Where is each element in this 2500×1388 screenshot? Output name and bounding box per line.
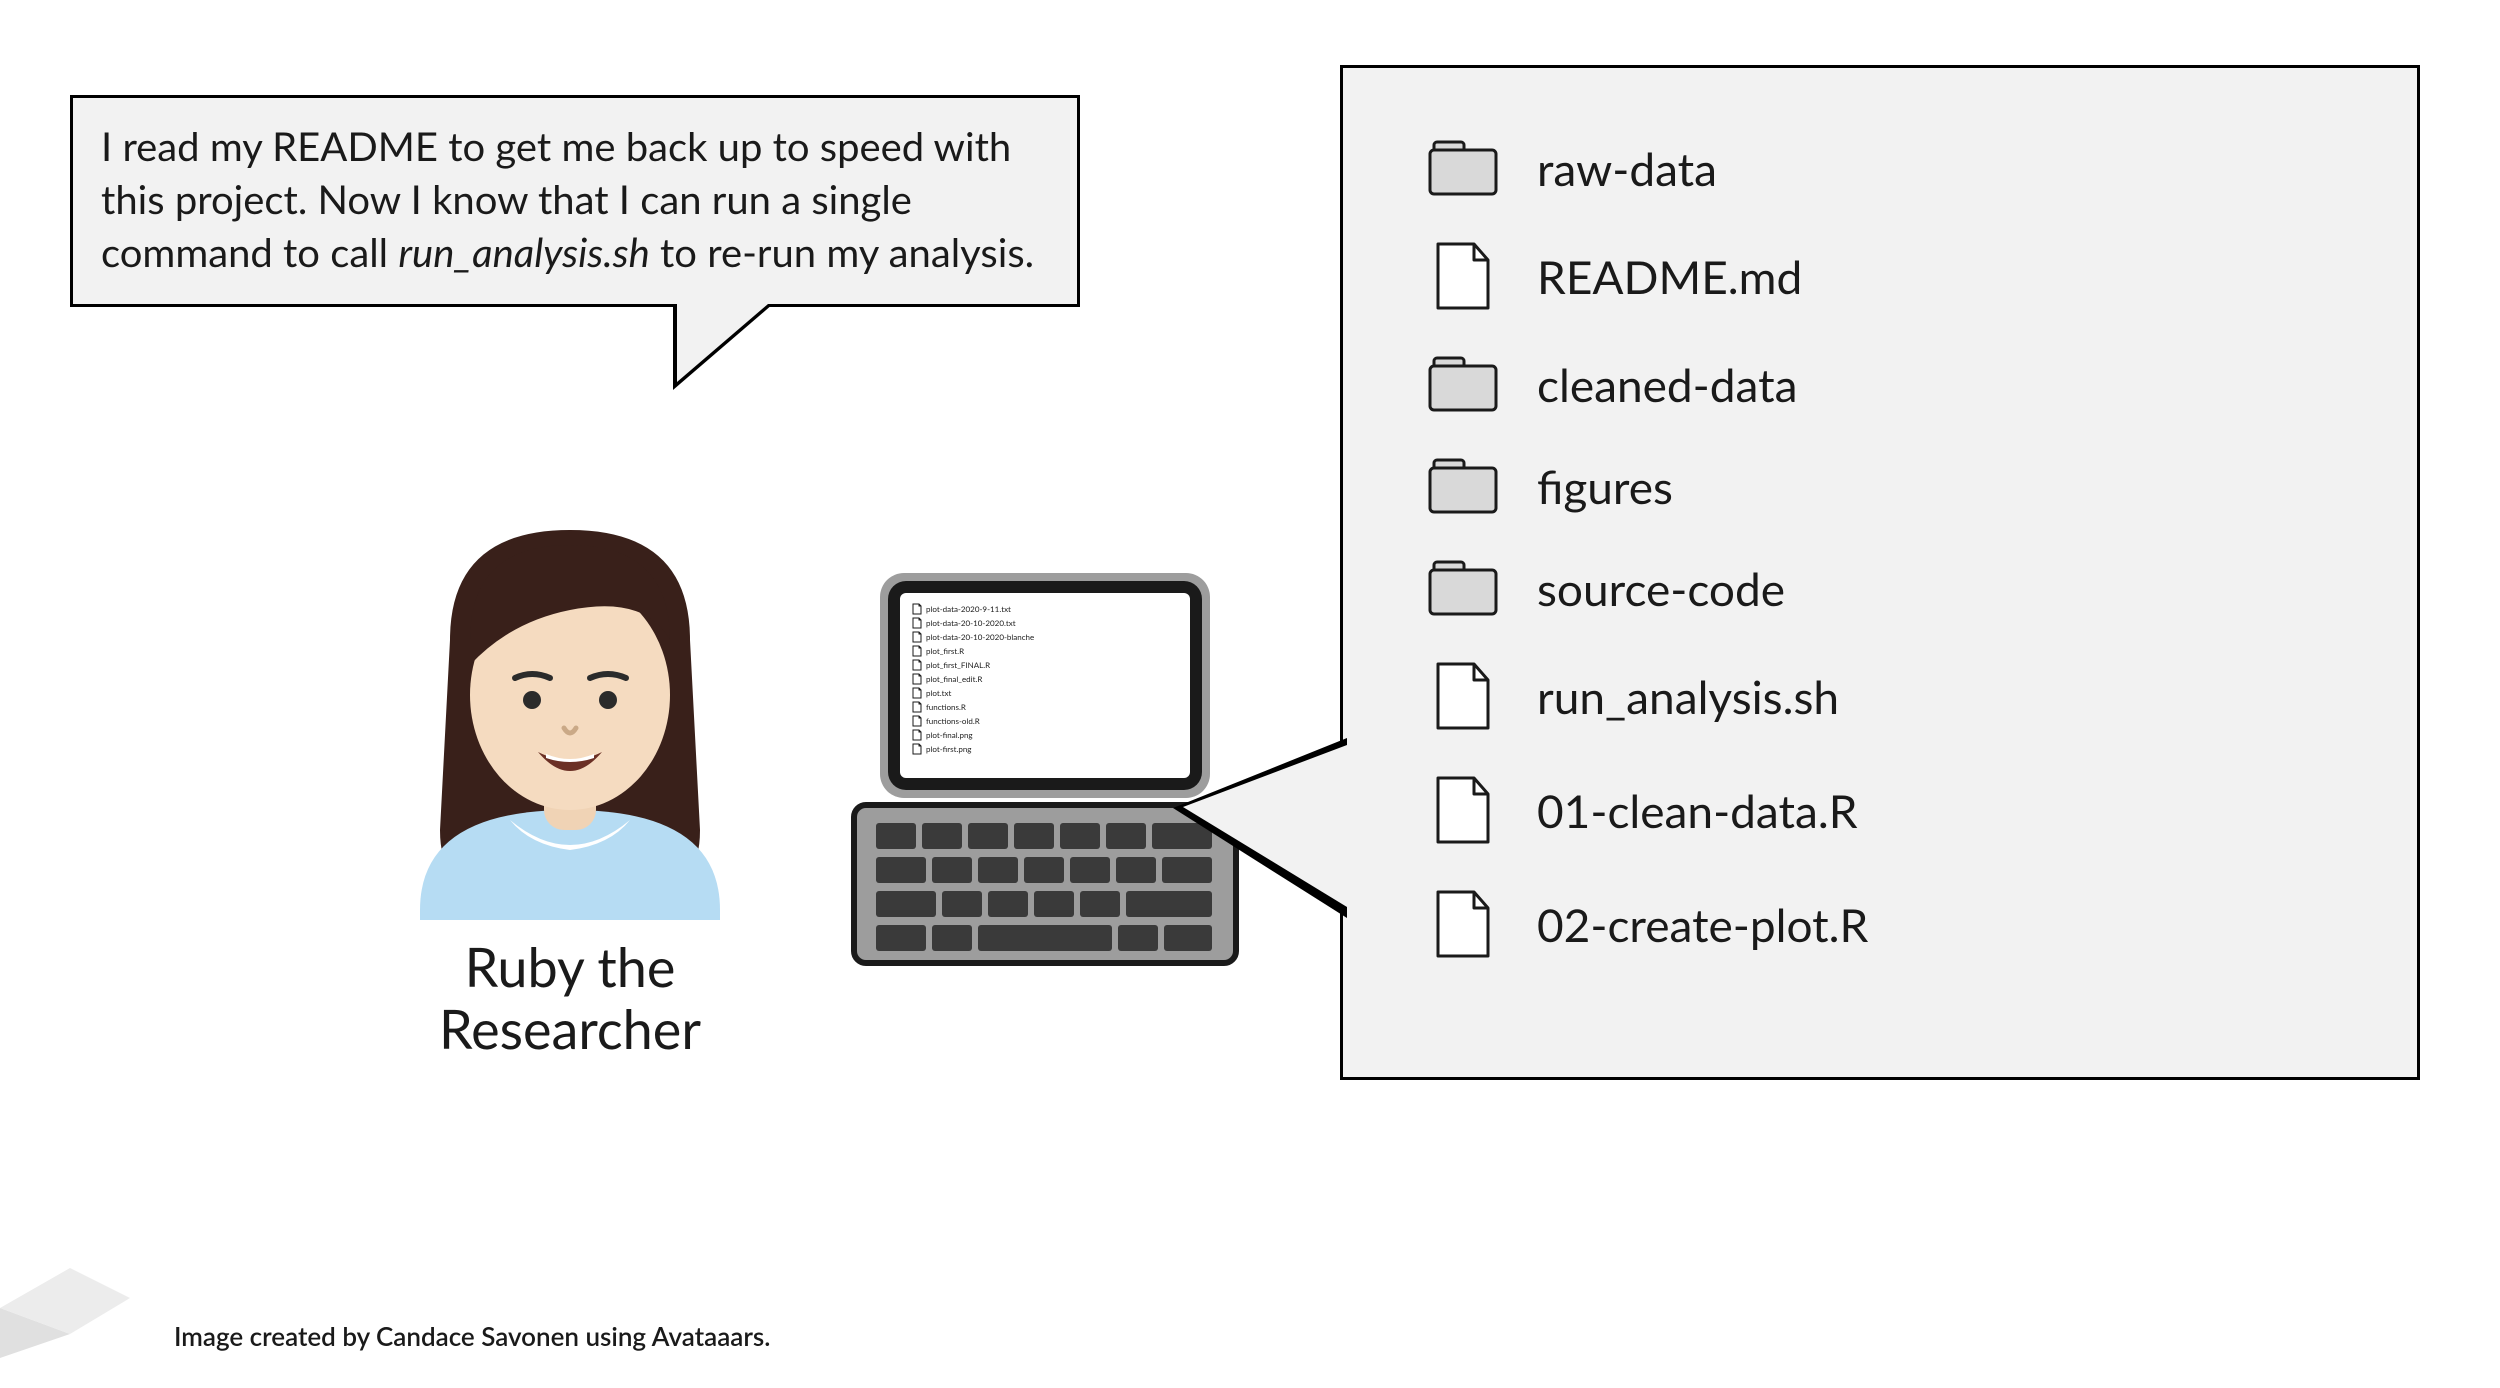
file-icon (1423, 888, 1503, 960)
laptop-file-row: plot-first.png (912, 743, 1172, 755)
avatar-icon (360, 490, 780, 920)
speech-tail-icon (677, 304, 768, 382)
file-panel: raw-data README.md cleaned-data figures … (1340, 65, 2420, 1080)
laptop-file-row: plot-data-20-10-2020.txt (912, 617, 1172, 629)
file-row: figures (1423, 456, 2357, 516)
speech-line: to re-run my analysis. (650, 228, 1034, 276)
laptop-file-row: plot-data-2020-9-11.txt (912, 603, 1172, 615)
file-label: run_analysis.sh (1537, 669, 1839, 724)
speech-bubble: I read my README to get me back up to sp… (70, 95, 1080, 307)
file-label: raw-data (1537, 141, 1717, 196)
file-icon (1423, 660, 1503, 732)
file-row: 01-clean-data.R (1423, 774, 2357, 846)
laptop-file-label: plot-data-2020-9-11.txt (926, 605, 1011, 613)
speech-line: command to call (101, 228, 398, 276)
file-row: cleaned-data (1423, 354, 2357, 414)
laptop-file-row: plot-final.png (912, 729, 1172, 741)
file-row: run_analysis.sh (1423, 660, 2357, 732)
laptop-file-row: plot.txt (912, 687, 1172, 699)
folder-icon (1423, 138, 1503, 198)
folder-icon (1423, 456, 1503, 516)
file-icon (1423, 240, 1503, 312)
avatar: Ruby the Researcher (360, 490, 780, 1060)
laptop-file-label: plot-final.png (926, 731, 973, 739)
speech-italic: run_analysis.sh (398, 228, 649, 276)
avatar-name: Ruby the Researcher (360, 936, 780, 1060)
credit-text: Image created by Candace Savonen using A… (174, 1320, 770, 1352)
folder-icon (1423, 558, 1503, 618)
laptop-file-list: plot-data-2020-9-11.txt plot-data-20-10-… (912, 603, 1172, 757)
file-label: source-code (1537, 561, 1785, 616)
file-label: figures (1537, 459, 1673, 514)
leaf-logo-icon (0, 1268, 140, 1358)
laptop-file-label: functions-old.R (926, 717, 980, 725)
file-row: source-code (1423, 558, 2357, 618)
file-row: raw-data (1423, 138, 2357, 198)
laptop-file-row: functions-old.R (912, 715, 1172, 727)
panel-tail-icon (1183, 745, 1347, 907)
speech-line: I read my README to get me back up to sp… (101, 122, 1011, 170)
file-label: README.md (1537, 249, 1802, 304)
avatar-name-line: Ruby the (465, 934, 676, 999)
laptop-file-label: plot_first_FINAL.R (926, 661, 990, 669)
laptop-file-row: functions.R (912, 701, 1172, 713)
file-row: 02-create-plot.R (1423, 888, 2357, 960)
file-label: cleaned-data (1537, 357, 1797, 412)
folder-icon (1423, 354, 1503, 414)
laptop-file-row: plot_first_FINAL.R (912, 659, 1172, 671)
file-label: 02-create-plot.R (1537, 897, 1868, 952)
file-label: 01-clean-data.R (1537, 783, 1858, 838)
laptop-file-row: plot_final_edit.R (912, 673, 1172, 685)
laptop-file-row: plot_first.R (912, 645, 1172, 657)
credit: Image created by Candace Savonen using A… (0, 1268, 770, 1358)
file-icon (1423, 774, 1503, 846)
laptop-file-label: plot.txt (926, 689, 951, 697)
laptop-file-label: plot_final_edit.R (926, 675, 982, 683)
avatar-name-line: Researcher (439, 996, 701, 1061)
laptop-file-row: plot-data-20-10-2020-blanche (912, 631, 1172, 643)
file-row: README.md (1423, 240, 2357, 312)
laptop-file-label: plot_first.R (926, 647, 964, 655)
laptop-file-label: functions.R (926, 703, 966, 711)
laptop-file-label: plot-first.png (926, 745, 971, 753)
laptop-file-label: plot-data-20-10-2020-blanche (926, 633, 1034, 641)
laptop-file-label: plot-data-20-10-2020.txt (926, 619, 1016, 627)
speech-line: this project. Now I know that I can run … (101, 175, 912, 223)
